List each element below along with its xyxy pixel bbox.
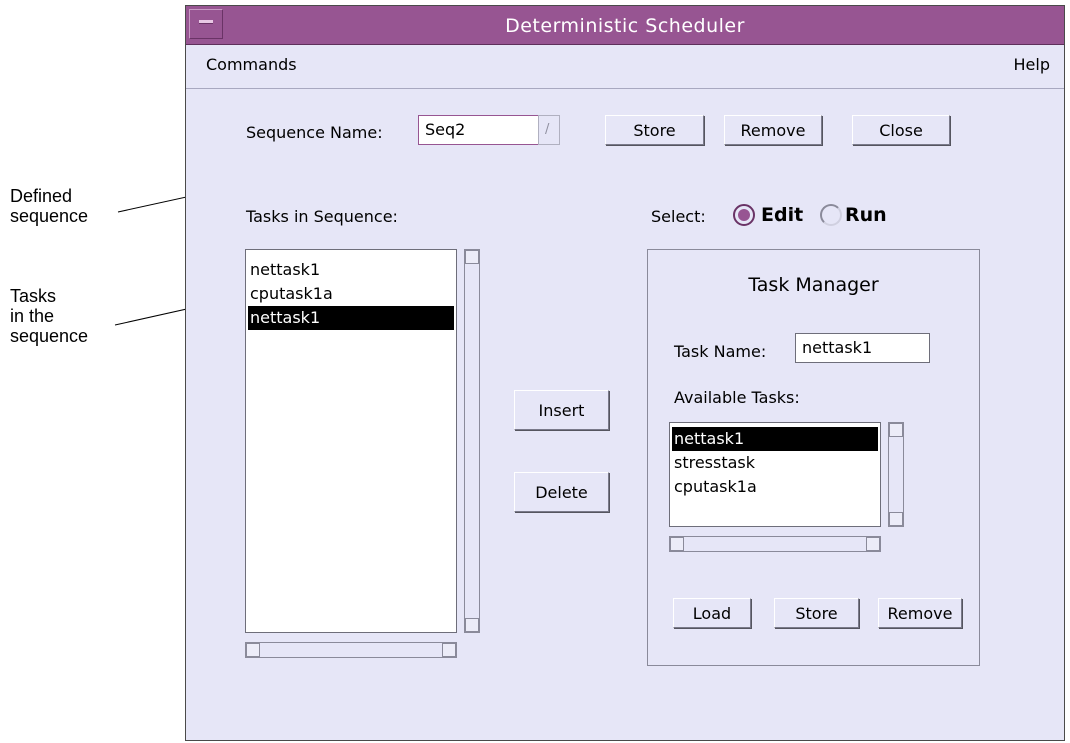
- title-bar[interactable]: Deterministic Scheduler: [186, 6, 1064, 45]
- tasks-horizontal-scrollbar[interactable]: [245, 642, 457, 658]
- select-label: Select:: [651, 207, 706, 226]
- available-tasks-label: Available Tasks:: [674, 388, 800, 407]
- list-item-selected[interactable]: nettask1: [248, 306, 454, 330]
- scroll-down-icon[interactable]: [889, 512, 903, 526]
- task-manager-group: Task Manager Task Name: nettask1 Availab…: [647, 249, 980, 666]
- scroll-left-icon[interactable]: [670, 537, 684, 551]
- scroll-right-icon[interactable]: [866, 537, 880, 551]
- list-item[interactable]: nettask1: [246, 258, 456, 282]
- sequence-name-dropdown[interactable]: /: [538, 115, 560, 145]
- close-button[interactable]: Close: [852, 115, 950, 145]
- list-item[interactable]: cputask1a: [670, 475, 880, 499]
- list-item-selected[interactable]: nettask1: [672, 427, 878, 451]
- insert-button[interactable]: Insert: [514, 390, 609, 430]
- store-sequence-button[interactable]: Store: [605, 115, 704, 145]
- available-vertical-scrollbar[interactable]: [888, 422, 904, 527]
- tasks-in-sequence-label: Tasks in Sequence:: [246, 207, 398, 226]
- task-name-label: Task Name:: [674, 342, 767, 361]
- menu-bar: Commands Help: [186, 44, 1064, 89]
- run-radio-label[interactable]: Run: [845, 204, 887, 226]
- remove-task-button[interactable]: Remove: [878, 598, 962, 628]
- scroll-down-icon[interactable]: [465, 618, 479, 632]
- edit-radio-label[interactable]: Edit: [761, 204, 803, 226]
- menu-help[interactable]: Help: [1014, 55, 1050, 74]
- sequence-name-field[interactable]: Seq2: [418, 115, 539, 145]
- sequence-name-label: Sequence Name:: [246, 123, 383, 142]
- scroll-up-icon[interactable]: [465, 250, 479, 264]
- radio-selected-dot: [738, 209, 750, 221]
- task-manager-title: Task Manager: [748, 274, 879, 296]
- scroll-right-icon[interactable]: [442, 643, 456, 657]
- list-item[interactable]: cputask1a: [246, 282, 456, 306]
- store-task-button[interactable]: Store: [774, 598, 859, 628]
- tasks-vertical-scrollbar[interactable]: [464, 249, 480, 633]
- load-button[interactable]: Load: [673, 598, 751, 628]
- edit-radio[interactable]: [733, 204, 755, 226]
- dropdown-icon: /: [545, 122, 550, 137]
- available-tasks-list[interactable]: nettask1 stresstask cputask1a: [669, 422, 881, 527]
- available-horizontal-scrollbar[interactable]: [669, 536, 881, 552]
- list-item[interactable]: stresstask: [670, 451, 880, 475]
- delete-button[interactable]: Delete: [514, 472, 609, 512]
- run-radio[interactable]: [820, 204, 842, 226]
- scheduler-window: Deterministic Scheduler Commands Help Se…: [185, 5, 1065, 741]
- scroll-up-icon[interactable]: [889, 423, 903, 437]
- remove-sequence-button[interactable]: Remove: [724, 115, 822, 145]
- menu-commands[interactable]: Commands: [206, 55, 297, 74]
- task-name-field[interactable]: nettask1: [795, 333, 930, 363]
- scroll-left-icon[interactable]: [246, 643, 260, 657]
- window-title: Deterministic Scheduler: [505, 15, 745, 37]
- tasks-in-sequence-list[interactable]: nettask1 cputask1a nettask1: [245, 249, 457, 633]
